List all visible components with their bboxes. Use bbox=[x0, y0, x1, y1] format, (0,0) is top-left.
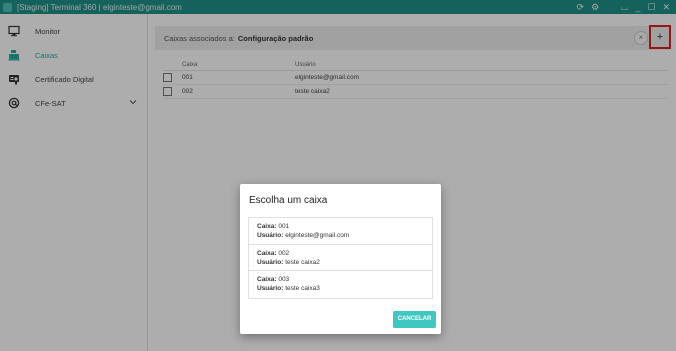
usuario-label: Usuário: bbox=[257, 285, 284, 292]
usuario-value: teste caixa3 bbox=[285, 285, 320, 292]
caixa-options-list: Caixa: 001 Usuário: elginteste@gmail.com… bbox=[248, 217, 433, 299]
caixa-label: Caixa: bbox=[257, 276, 277, 283]
list-item[interactable]: Caixa: 003 Usuário: teste caixa3 bbox=[249, 271, 432, 298]
usuario-value: elginteste@gmail.com bbox=[285, 232, 350, 239]
list-item[interactable]: Caixa: 001 Usuário: elginteste@gmail.com bbox=[249, 218, 432, 245]
caixa-label: Caixa: bbox=[257, 249, 277, 257]
caixa-value: 002 bbox=[278, 249, 290, 257]
cancel-button[interactable]: CANCELAR bbox=[393, 311, 436, 328]
usuario-label: Usuário: bbox=[257, 258, 284, 266]
list-item[interactable]: Caixa: 002 Usuário: teste caixa2 bbox=[249, 245, 432, 271]
caixa-value: 001 bbox=[278, 223, 290, 230]
choose-caixa-dialog: Escolha um caixa Caixa: 001 Usuário: elg… bbox=[240, 184, 441, 334]
caixa-label: Caixa: bbox=[257, 223, 277, 230]
dialog-title: Escolha um caixa bbox=[249, 195, 328, 206]
caixa-value: 003 bbox=[278, 276, 290, 283]
usuario-label: Usuário: bbox=[257, 232, 284, 239]
usuario-value: teste caixa2 bbox=[285, 258, 320, 266]
